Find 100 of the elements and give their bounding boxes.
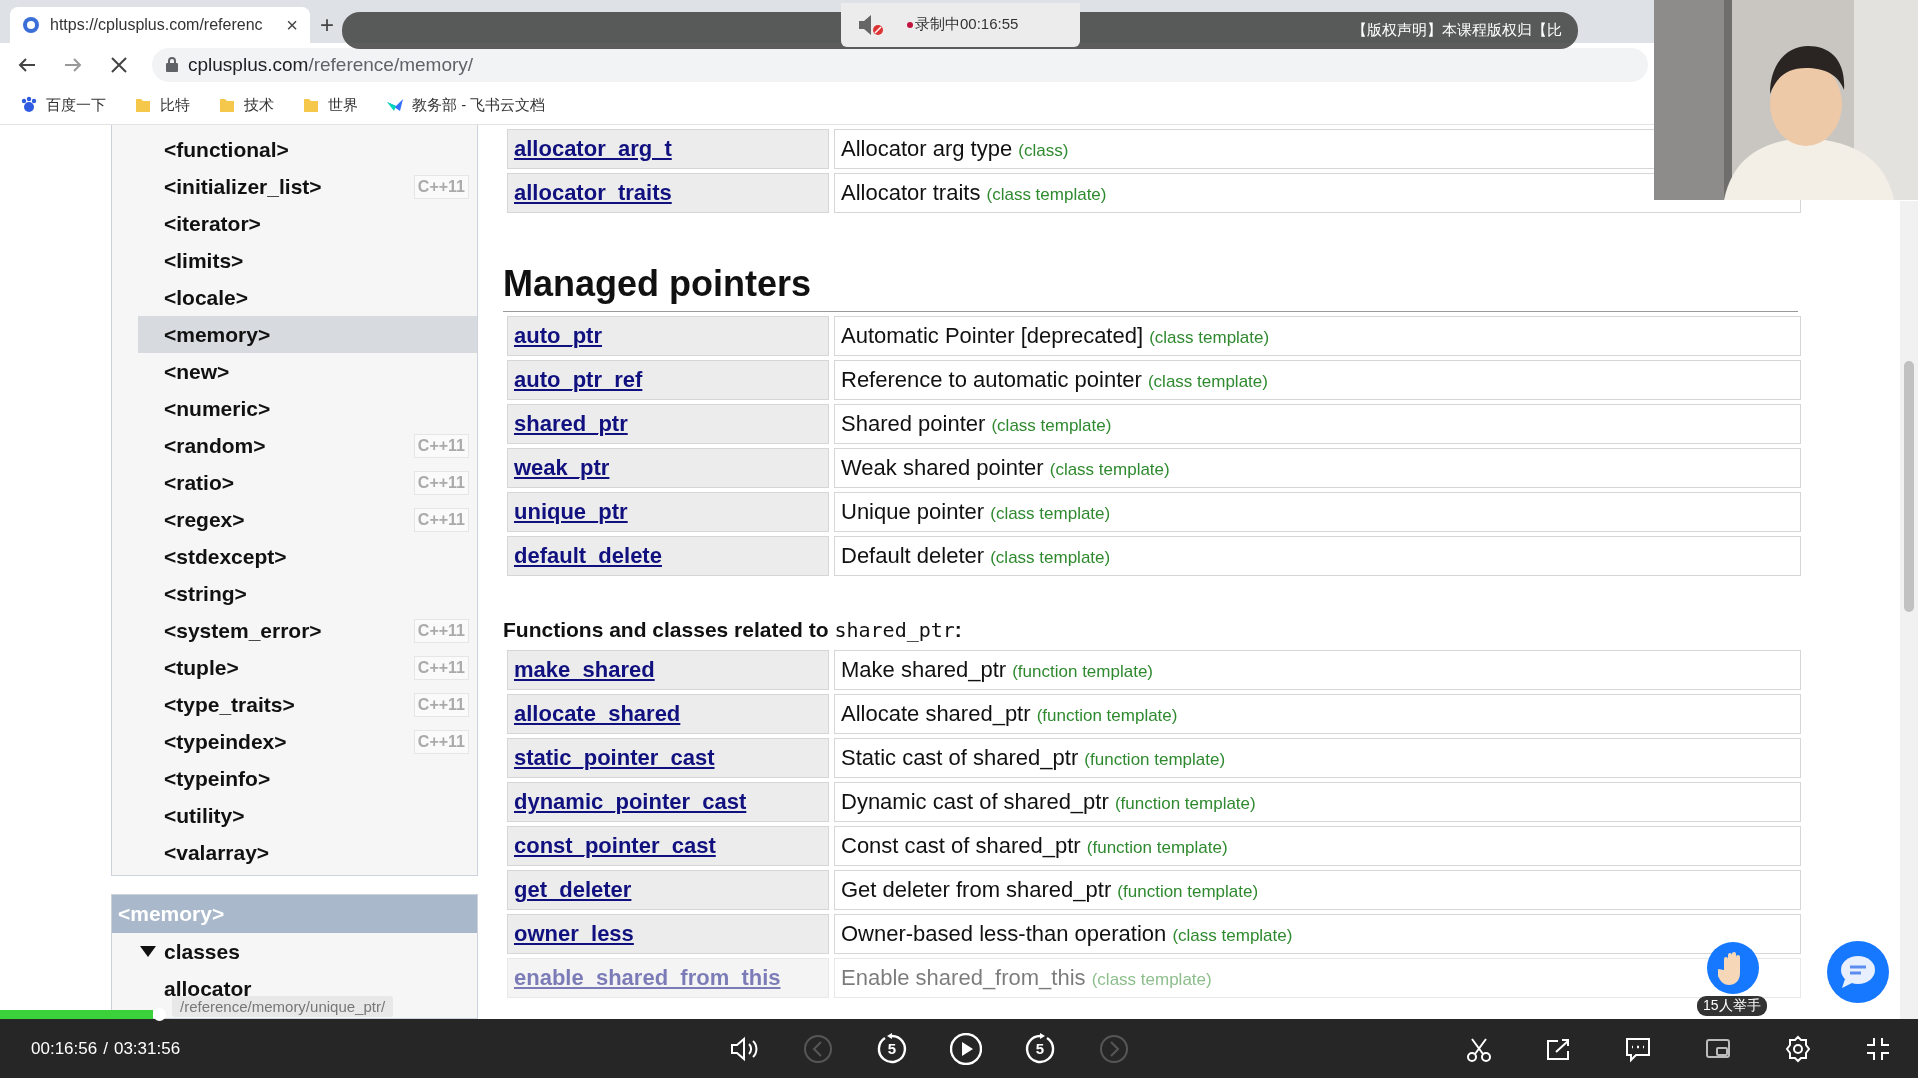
recording-status: 录制中00:16:55 bbox=[915, 15, 1019, 34]
version-tag: C++11 bbox=[413, 470, 469, 495]
table-cell: Const cast of shared_ptr (function template) bbox=[834, 826, 1801, 866]
sidebar-item[interactable]: <tuple> C++11 bbox=[138, 649, 477, 686]
rewind-button[interactable]: 5 bbox=[872, 1028, 912, 1069]
url-text: cplusplus.com/reference/memory/ bbox=[188, 53, 474, 76]
reference-link[interactable]: static_pointer_cast bbox=[514, 745, 715, 770]
reference-link[interactable]: get_deleter bbox=[514, 877, 632, 902]
lock-icon bbox=[166, 57, 178, 72]
time-separator: / bbox=[103, 1038, 108, 1059]
version-tag: C++11 bbox=[413, 174, 469, 199]
reference-link[interactable]: make_shared bbox=[514, 657, 655, 682]
folder-icon bbox=[218, 96, 236, 114]
version-tag: C++11 bbox=[413, 655, 469, 680]
raise-hand-button[interactable] bbox=[1707, 942, 1759, 994]
sidebar-item[interactable]: <system_error> C++11 bbox=[138, 612, 477, 649]
bookmark-item[interactable]: 教务部 - 飞书云文档 bbox=[386, 95, 546, 115]
version-tag: C++11 bbox=[413, 692, 469, 717]
table-cell: Automatic Pointer [deprecated] (class template) bbox=[834, 316, 1801, 356]
paw-icon bbox=[20, 96, 38, 114]
recording-dot-icon bbox=[907, 21, 913, 28]
sidebar-item[interactable]: <numeric> bbox=[138, 390, 477, 427]
sidebar-item[interactable]: <memory> bbox=[138, 316, 477, 353]
reference-link[interactable]: owner_less bbox=[514, 921, 634, 946]
sidebar-item[interactable]: <valarray> bbox=[138, 834, 477, 871]
section-subheading: Functions and classes related to shared_ptr: bbox=[503, 618, 963, 642]
sidebar-item[interactable]: <ratio> C++11 bbox=[138, 464, 477, 501]
settings-icon bbox=[1784, 1034, 1812, 1063]
sidebar-item[interactable]: <new> bbox=[138, 353, 477, 390]
section-header: <memory> bbox=[112, 895, 477, 933]
table-cell: Make shared_ptr (function template) bbox=[834, 650, 1801, 690]
table-cell: Reference to automatic pointer (class template) bbox=[834, 360, 1801, 400]
scrollbar[interactable] bbox=[1900, 201, 1918, 1019]
reference-link[interactable]: allocator_arg_t bbox=[514, 136, 672, 161]
play-icon bbox=[950, 1032, 982, 1065]
table-cell: Default deleter (class template) bbox=[834, 536, 1801, 576]
table-cell: Static cast of shared_ptr (function template) bbox=[834, 738, 1801, 778]
close-icon bbox=[110, 55, 128, 74]
table-cell: Unique pointer (class template) bbox=[834, 492, 1801, 532]
version-tag: C++11 bbox=[413, 729, 469, 754]
table-cell: Shared pointer (class template) bbox=[834, 404, 1801, 444]
forward-button[interactable]: 5 bbox=[1020, 1028, 1060, 1069]
chevron-right-icon bbox=[1098, 1032, 1130, 1065]
table-cell: Owner-based less-than operation (class template) bbox=[834, 914, 1801, 954]
scrollbar-thumb[interactable] bbox=[1904, 361, 1914, 612]
version-tag: C++11 bbox=[413, 618, 469, 643]
sidebar-item[interactable]: <locale> bbox=[138, 279, 477, 316]
sidebar-item[interactable]: <stdexcept> bbox=[138, 538, 477, 575]
sidebar-item[interactable]: <regex> C++11 bbox=[138, 501, 477, 538]
table-cell: Get deleter from shared_ptr (function template) bbox=[834, 870, 1801, 910]
address-bar[interactable]: cplusplus.com/reference/memory/ bbox=[152, 47, 1648, 82]
reference-link[interactable]: dynamic_pointer_cast bbox=[514, 789, 747, 814]
reference-link[interactable]: weak_ptr bbox=[514, 455, 610, 480]
copyright-notice: 【版权声明】本课程版权归【比 bbox=[1352, 21, 1562, 40]
folder-icon bbox=[134, 96, 152, 114]
table-cell: Weak shared pointer (class template) bbox=[834, 448, 1801, 488]
raised-hands-count: 15人举手 bbox=[1697, 996, 1767, 1016]
browser-tab[interactable]: https://cplusplus.com/referenc × bbox=[10, 7, 310, 43]
table-cell: Allocate shared_ptr (function template) bbox=[834, 694, 1801, 734]
sidebar-item[interactable]: <type_traits> C++11 bbox=[138, 686, 477, 723]
reference-link[interactable]: default_delete bbox=[514, 543, 662, 568]
bookmark-item[interactable]: 世界 bbox=[302, 95, 358, 115]
sidebar-item[interactable]: <functional> bbox=[138, 131, 477, 168]
sidebar-item[interactable]: <utility> bbox=[138, 797, 477, 834]
table-cell: Enable shared_from_this (class template) bbox=[834, 958, 1801, 998]
bookmark-item[interactable]: 百度一下 bbox=[20, 95, 106, 115]
forward-icon bbox=[1024, 1032, 1056, 1065]
reference-link[interactable]: enable_shared_from_this bbox=[514, 965, 781, 990]
tree-group[interactable]: classes bbox=[112, 933, 477, 970]
reference-link[interactable]: auto_ptr bbox=[514, 323, 602, 348]
link-status-tooltip: /reference/memory/unique_ptr/ bbox=[172, 996, 394, 1017]
current-time: 00:16:56 bbox=[31, 1038, 98, 1059]
total-time: 03:31:56 bbox=[113, 1038, 181, 1059]
reference-link[interactable]: const_pointer_cast bbox=[514, 833, 716, 858]
reference-link[interactable]: allocator_traits bbox=[514, 180, 672, 205]
close-icon[interactable]: × bbox=[286, 13, 298, 37]
rewind-icon bbox=[876, 1032, 908, 1065]
table-cell: Dynamic cast of shared_ptr (function template) bbox=[834, 782, 1801, 822]
reference-link[interactable]: unique_ptr bbox=[514, 499, 628, 524]
chevron-left-icon bbox=[802, 1032, 834, 1065]
sidebar-item[interactable]: <iterator> bbox=[138, 205, 477, 242]
globe-icon bbox=[22, 16, 40, 34]
reference-link[interactable]: allocate_shared bbox=[514, 701, 681, 726]
sidebar-item[interactable]: <limits> bbox=[138, 242, 477, 279]
chat-bubble-icon bbox=[1839, 955, 1877, 989]
bookmark-item[interactable]: 比特 bbox=[134, 95, 190, 115]
section-heading: Managed pointers bbox=[503, 263, 1798, 312]
reference-link[interactable]: auto_ptr_ref bbox=[514, 367, 643, 392]
version-tag: C++11 bbox=[413, 507, 469, 532]
folder-icon bbox=[302, 96, 320, 114]
version-tag: C++11 bbox=[413, 433, 469, 458]
sidebar-item[interactable]: <typeindex> C++11 bbox=[138, 723, 477, 760]
reference-link[interactable]: shared_ptr bbox=[514, 411, 628, 436]
sidebar-item[interactable]: <random> C++11 bbox=[138, 427, 477, 464]
new-tab-button[interactable]: + bbox=[318, 8, 336, 42]
bookmark-item[interactable]: 技术 bbox=[218, 95, 274, 115]
caret-down-icon bbox=[140, 945, 156, 958]
sidebar-item[interactable]: <string> bbox=[138, 575, 477, 612]
sidebar-item[interactable]: <typeinfo> bbox=[138, 760, 477, 797]
sidebar-item[interactable]: <initializer_list> C++11 bbox=[138, 168, 477, 205]
